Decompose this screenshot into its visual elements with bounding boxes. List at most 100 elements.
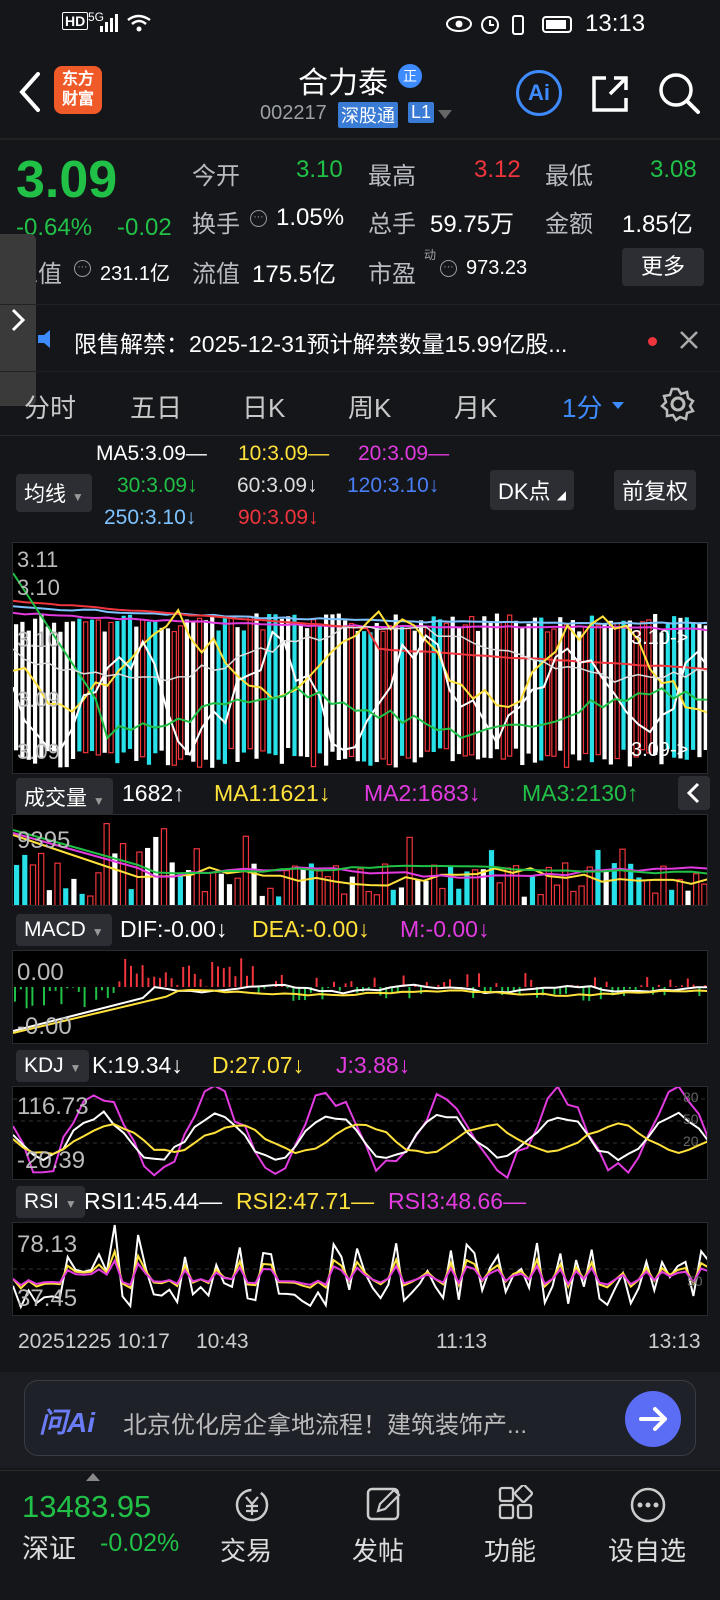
kdj-20-label: 20 bbox=[683, 1133, 699, 1149]
ma-toggle[interactable]: 均线 ▼ bbox=[16, 474, 92, 512]
volume-bar bbox=[652, 892, 659, 905]
last-price: 3.09 bbox=[16, 151, 118, 209]
volume-bar bbox=[693, 873, 700, 905]
notice-bar[interactable]: 限售解禁：2025-12-31预计解禁数量15.99亿股... bbox=[0, 304, 720, 372]
candle-up bbox=[500, 621, 507, 760]
badge-icon: 正 bbox=[398, 64, 422, 88]
info-icon[interactable]: ⋯ bbox=[250, 210, 267, 227]
tab-one-minute[interactable]: 1分 bbox=[562, 388, 602, 425]
ask-ai-send-button[interactable] bbox=[625, 1391, 681, 1447]
volume-label: 总手 bbox=[368, 211, 416, 238]
ai-icon[interactable]: Ai bbox=[516, 70, 562, 116]
tab-week-k[interactable]: 周K bbox=[348, 388, 391, 425]
ask-ai-suggestion[interactable]: 北京优化房企拿地流程！建筑装饰产... bbox=[123, 1405, 603, 1440]
candle-down bbox=[146, 621, 152, 765]
logo-line-2: 财富 bbox=[61, 91, 94, 108]
collapse-button[interactable] bbox=[678, 776, 710, 810]
bottom-nav: 13483.95 深证 -0.02% 交易 发帖 功能 设自选 bbox=[0, 1470, 720, 1600]
y-label-bottom: 3.09 bbox=[17, 739, 60, 764]
candle-up bbox=[582, 626, 589, 755]
candle-up bbox=[405, 628, 412, 759]
info-icon[interactable]: ⋯ bbox=[74, 260, 91, 277]
volume-bar bbox=[456, 888, 462, 905]
volume-bar bbox=[603, 870, 609, 905]
index-change[interactable]: -0.02% bbox=[100, 1529, 179, 1558]
share-icon[interactable] bbox=[588, 72, 632, 116]
stock-header: 东方 财富 合力泰 正 002217 深股通 L1 Ai bbox=[0, 48, 720, 138]
volume-chart[interactable]: 9395 bbox=[12, 814, 708, 906]
candle-down bbox=[450, 616, 455, 762]
tab-day-k[interactable]: 日K bbox=[242, 388, 285, 425]
ma30-label: 30:3.09↓ bbox=[117, 474, 198, 497]
level-dropdown-icon[interactable] bbox=[438, 110, 452, 120]
dk-point-button[interactable]: DK点 ◢ bbox=[490, 470, 574, 510]
macd-chart[interactable]: 0.00 -0.00 bbox=[12, 950, 708, 1044]
index-name[interactable]: 深证 bbox=[22, 1527, 76, 1566]
info-icon[interactable]: ⋯ bbox=[440, 260, 457, 277]
candle-up bbox=[386, 625, 393, 766]
time-label-1: 10:43 bbox=[196, 1330, 249, 1353]
rsi2: RSI2:47.71— bbox=[236, 1188, 375, 1214]
volume-bar bbox=[415, 880, 421, 905]
rsi-selector[interactable]: RSI ▼ bbox=[16, 1186, 85, 1218]
kline-chart[interactable]: 3.11 3.10 3.10 3.09 3.09 3.10-> 3.09-> bbox=[12, 542, 708, 774]
macd-selector[interactable]: MACD ▼ bbox=[16, 914, 112, 946]
app-logo[interactable]: 东方 财富 bbox=[54, 66, 102, 114]
candle-down bbox=[241, 630, 246, 753]
volume-bar bbox=[480, 869, 486, 905]
volume-selector[interactable]: 成交量 ▼ bbox=[16, 778, 113, 816]
volume-bar bbox=[119, 843, 127, 905]
back-icon[interactable] bbox=[14, 70, 44, 114]
kdj-chart[interactable]: 116.73 -20.39 80 50 20 bbox=[12, 1086, 708, 1180]
tab-minute[interactable]: 分时 bbox=[24, 388, 76, 425]
volume-bar bbox=[95, 872, 102, 905]
macd-dea-line bbox=[13, 988, 707, 1034]
open-label: 今开 bbox=[192, 163, 240, 190]
volume-bar bbox=[267, 887, 274, 905]
high-label: 最高 bbox=[368, 163, 416, 190]
nav-function[interactable]: 功能 bbox=[476, 1479, 556, 1579]
index-value[interactable]: 13483.95 bbox=[22, 1489, 151, 1525]
level-tag[interactable]: L1 bbox=[408, 102, 435, 123]
volume-bar bbox=[373, 894, 381, 905]
volume-bar bbox=[504, 867, 512, 905]
search-icon[interactable] bbox=[656, 70, 702, 116]
candle-down bbox=[286, 616, 291, 749]
kdj-canvas bbox=[13, 1087, 707, 1179]
kdj-k-line bbox=[13, 1110, 707, 1162]
nav-add-watchlist[interactable]: 设自选 bbox=[600, 1479, 696, 1579]
status-bar: HD 5G 13:13 bbox=[0, 0, 720, 48]
dropdown-icon[interactable] bbox=[612, 402, 624, 410]
tab-five-day[interactable]: 五日 bbox=[130, 388, 182, 425]
nav-function-label: 功能 bbox=[484, 1536, 537, 1566]
kdj-selector[interactable]: KDJ ▼ bbox=[16, 1050, 90, 1082]
rsi-chart[interactable]: 78.13 37.45 50 bbox=[12, 1222, 708, 1316]
volume-canvas bbox=[13, 823, 707, 905]
volume-bar bbox=[79, 893, 85, 905]
more-button[interactable]: 更多 bbox=[622, 248, 704, 286]
adjust-button[interactable]: 前复权 bbox=[614, 470, 697, 510]
ma90-label: 90:3.09↓ bbox=[238, 506, 319, 529]
chevron-left-icon bbox=[686, 782, 700, 804]
candle-up bbox=[177, 625, 184, 760]
change-amount: -0.02 bbox=[117, 214, 172, 241]
ask-ai-bar[interactable]: 问Ai 北京优化房企拿地流程！建筑装饰产... bbox=[24, 1380, 696, 1456]
notice-text[interactable]: 限售解禁：2025-12-31预计解禁数量15.99亿股... bbox=[74, 325, 644, 359]
nav-post[interactable]: 发帖 bbox=[344, 1479, 424, 1579]
kline-canvas bbox=[13, 572, 707, 768]
nav-trade[interactable]: 交易 bbox=[212, 1479, 292, 1579]
candle-up bbox=[595, 624, 601, 756]
amount-label: 金额 bbox=[545, 211, 593, 238]
close-icon[interactable] bbox=[678, 329, 700, 351]
grid-icon bbox=[498, 1485, 534, 1520]
tab-month-k[interactable]: 月K bbox=[454, 388, 497, 425]
volume-bar bbox=[529, 876, 536, 905]
candle-down bbox=[165, 628, 171, 766]
ask-ai-section: 问Ai 北京优化房企拿地流程！建筑装饰产... bbox=[0, 1372, 720, 1468]
candle-up bbox=[424, 625, 431, 752]
candle-down bbox=[488, 621, 493, 759]
volume-bar bbox=[136, 851, 143, 905]
settings-icon[interactable] bbox=[660, 386, 696, 422]
volume-bar bbox=[586, 866, 593, 905]
float-label: 流值 bbox=[192, 261, 240, 288]
